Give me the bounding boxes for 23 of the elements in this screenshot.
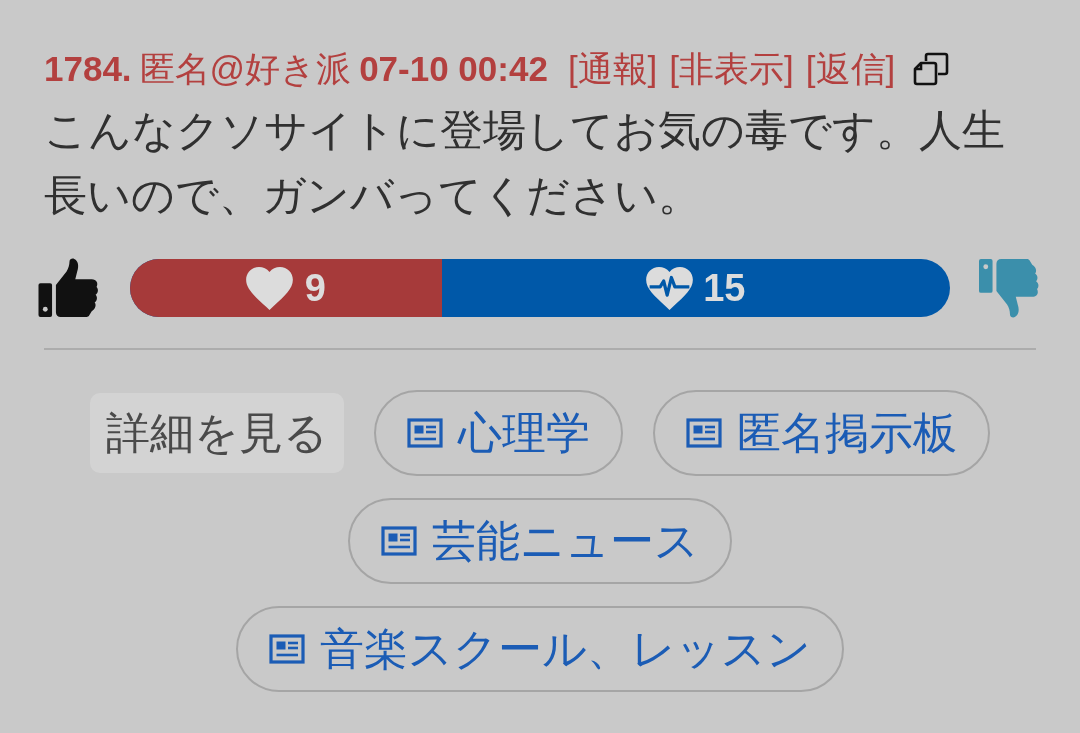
thumbs-down-icon[interactable]	[978, 258, 1040, 318]
newspaper-icon	[407, 418, 443, 448]
thumbs-up-icon[interactable]	[37, 258, 100, 318]
author-name: 匿名@好き派	[139, 48, 352, 90]
tag-link[interactable]: 匿名掲示板	[653, 390, 990, 476]
like-count: 9	[304, 269, 326, 307]
details-button[interactable]: 詳細を見る	[90, 393, 344, 473]
heart-icon	[245, 266, 293, 310]
comment-text: こんなクソサイトに登場してお気の毒です。人生長いので、ガンバってください。	[44, 105, 1006, 221]
tag-link[interactable]: 芸能ニュース	[348, 498, 732, 584]
action-link[interactable]: [通報]	[567, 48, 658, 90]
newspaper-icon	[269, 634, 305, 664]
post-timestamp: 07-10 00:42	[359, 48, 548, 90]
post-number: 1784.	[44, 48, 132, 90]
dislike-count: 15	[703, 269, 746, 307]
tag-link[interactable]: 音楽スクール、レッスン	[236, 606, 844, 692]
action-link[interactable]: [非表示]	[669, 48, 794, 90]
copy-icon[interactable]	[913, 52, 950, 86]
heartbeat-icon	[646, 266, 694, 310]
action-link[interactable]: [返信]	[805, 48, 896, 90]
newspaper-icon	[686, 418, 722, 448]
newspaper-icon	[381, 526, 417, 556]
tag-link[interactable]: 心理学	[374, 390, 623, 476]
